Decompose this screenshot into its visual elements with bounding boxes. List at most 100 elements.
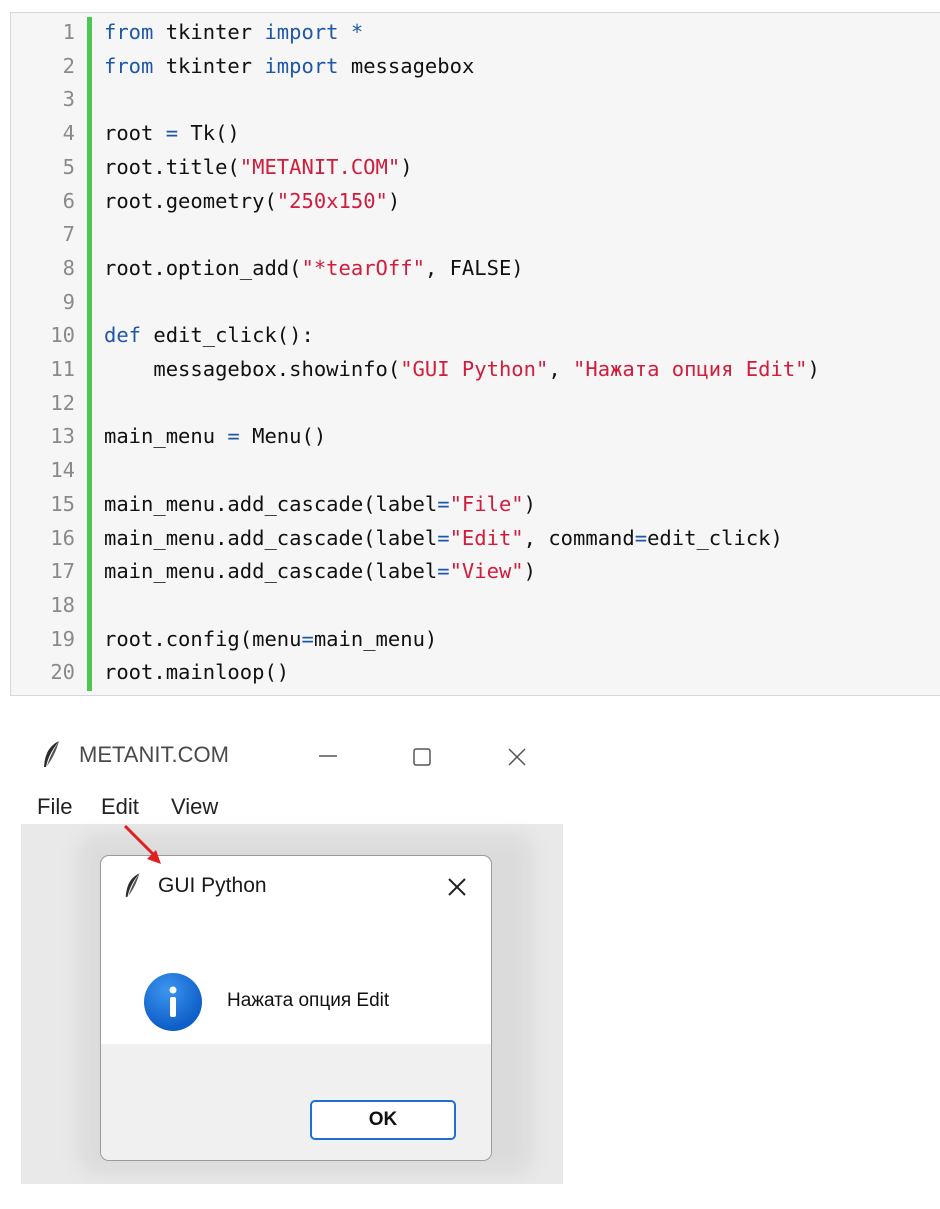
code-token: "Edit" [449,525,524,550]
code-text: messagebox.showinfo("GUI Python", "Нажат… [104,354,820,385]
code-token: ) [387,188,401,213]
code-text: from tkinter import * [104,17,363,48]
code-token: from [104,53,154,78]
menu-edit[interactable]: Edit [101,794,139,820]
code-text: def edit_click(): [104,320,314,351]
line-number: 17 [50,559,75,584]
code-line: 12 [11,388,940,419]
code-line: 1 from tkinter import * [11,17,940,48]
code-line: 10 def edit_click(): [11,320,940,351]
main-window-titlebar: METANIT.COM [21,726,563,784]
code-token: root.mainloop() [104,660,290,685]
code-token: messagebox [338,53,475,78]
code-token: def [104,323,142,348]
info-icon [144,973,202,1031]
line-number: 19 [50,626,75,651]
maximize-icon[interactable] [412,747,432,771]
line-number: 5 [62,154,75,179]
line-number: 11 [50,357,75,381]
code-token: , command [523,525,635,550]
code-token: ) [523,559,536,584]
menu-view[interactable]: View [171,794,218,820]
line-number: 4 [62,121,75,146]
dialog-close-icon[interactable] [446,876,468,902]
line-number: 2 [62,53,75,78]
code-token: root.geometry( [104,188,277,213]
ok-button[interactable]: OK [310,1100,456,1140]
code-token: root [104,121,166,146]
code-token: root.option_add( [104,255,302,280]
code-token: tkinter [153,53,265,78]
code-line: 14 [11,455,940,486]
code-token: Menu() [239,424,327,449]
line-number: 6 [62,188,75,213]
app-screenshot: METANIT.COM File Edit View GUI Python На… [21,726,563,1184]
ok-button-label: OK [368,1109,398,1130]
code-line: 2 from tkinter import messagebox [11,51,940,82]
code-token: root.config(menu [104,626,302,651]
code-token: = [634,525,648,550]
code-text: root = Tk() [104,118,240,149]
code-block: 1 from tkinter import * 2 from tkinter impo… [10,12,940,696]
code-token: main_menu.add_cascade(label [104,525,438,550]
code-token: tkinter [153,20,265,44]
menu-file[interactable]: File [37,794,72,820]
code-text: main_menu = Menu() [104,421,326,452]
feather-icon [41,740,63,774]
code-token: = [437,559,450,584]
code-token: "250x150" [276,188,388,213]
line-number: 15 [50,491,75,516]
code-line: 8 root.option_add("*tearOff", FALSE) [11,253,940,284]
code-token: main_menu [104,424,228,449]
code-token: import [264,20,339,44]
line-number: 16 [50,525,75,550]
code-token: "Нажата опция Edit" [573,357,808,381]
code-text: root.mainloop() [104,657,289,688]
code-line: 6 root.geometry("250x150") [11,186,940,217]
line-number: 1 [62,20,75,44]
code-text: root.geometry("250x150") [104,186,400,217]
close-icon[interactable] [506,746,528,772]
code-token: from [104,20,154,44]
code-line: 5 root.title("METANIT.COM") [11,152,940,183]
code-token: = [301,626,314,651]
code-token: main_menu) [313,626,438,651]
code-token: = [437,491,450,516]
code-token: ) [400,154,413,179]
code-token: edit_click) [647,525,783,550]
code-token: * [350,20,364,44]
code-token: "GUI Python" [400,357,549,381]
code-token: "File" [449,491,524,516]
code-token: , [548,357,574,381]
minimize-icon[interactable] [317,748,339,768]
code-token: "*tearOff" [301,255,425,280]
line-number: 10 [50,323,75,348]
line-number: 9 [62,289,75,314]
dialog-message: Нажата опция Edit [227,990,390,1011]
code-line: 15 main_menu.add_cascade(label="File") [11,489,940,520]
line-number: 7 [62,222,75,247]
code-token: ) [523,491,536,516]
code-token: main_menu.add_cascade(label [104,491,438,516]
code-line: 4 root = Tk() [11,118,940,149]
code-line: 17 main_menu.add_cascade(label="View") [11,556,940,587]
line-number: 12 [50,390,75,415]
code-line: 16 main_menu.add_cascade(label = "Edit", co… [11,523,940,554]
code-line: 13 main_menu = Menu() [11,421,940,452]
code-line: 3 [11,84,940,115]
red-arrow-annotation [123,824,161,864]
code-token: = [227,424,240,449]
line-number: 20 [50,660,75,685]
main-window-title: METANIT.COM [79,742,229,767]
dialog-feather-icon [123,872,143,904]
line-number: 8 [62,255,75,280]
code-token: root.title( [104,154,240,179]
code-token: edit_click(): [141,323,314,348]
code-token: = [165,121,179,146]
line-number: 13 [50,424,75,449]
code-token: messagebox.showinfo( [104,357,401,381]
code-token: "METANIT.COM" [239,154,401,179]
dialog-title: GUI Python [158,874,267,897]
code-text: main_menu.add_cascade(label = "Edit", comm… [104,523,783,554]
